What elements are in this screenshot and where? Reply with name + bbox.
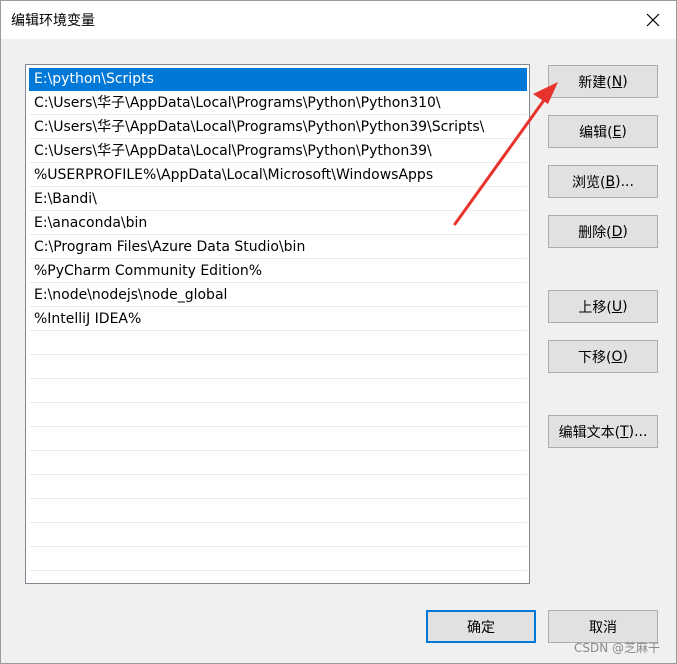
list-item[interactable] [29, 332, 527, 355]
list-item[interactable]: C:\Users\华子\AppData\Local\Programs\Pytho… [29, 116, 527, 139]
title-bar: 编辑环境变量 [1, 1, 676, 39]
move-down-button[interactable]: 下移(O) [548, 340, 658, 373]
list-item[interactable] [29, 452, 527, 475]
new-button-label: 新建( [578, 74, 612, 91]
close-icon [646, 13, 660, 27]
new-button-hotkey: N [611, 73, 623, 90]
list-item[interactable] [29, 476, 527, 499]
list-item[interactable]: %IntelliJ IDEA% [29, 308, 527, 331]
list-item[interactable]: E:\node\nodejs\node_global [29, 284, 527, 307]
edit-text-button[interactable]: 编辑文本(T)... [548, 415, 658, 448]
move-up-button-label: 上移( [578, 299, 612, 316]
edit-button[interactable]: 编辑(E) [548, 115, 658, 148]
edit-button-hotkey: E [612, 123, 622, 140]
list-item[interactable]: C:\Users\华子\AppData\Local\Programs\Pytho… [29, 140, 527, 163]
list-item[interactable]: E:\python\Scripts [29, 68, 527, 91]
move-down-button-suffix: ) [622, 348, 628, 365]
move-up-button-suffix: ) [622, 298, 628, 315]
move-down-button-label: 下移( [578, 349, 612, 366]
edit-env-var-dialog: 编辑环境变量 E:\python\Scripts C:\Users\华子\AppD… [0, 0, 677, 664]
list-item[interactable]: %USERPROFILE%\AppData\Local\Microsoft\Wi… [29, 164, 527, 187]
list-item[interactable] [29, 356, 527, 379]
list-item[interactable]: E:\anaconda\bin [29, 212, 527, 235]
browse-button-hotkey: B [605, 173, 616, 190]
list-item[interactable] [29, 428, 527, 451]
list-item[interactable] [29, 404, 527, 427]
new-button[interactable]: 新建(N) [548, 65, 658, 98]
path-list[interactable]: E:\python\Scripts C:\Users\华子\AppData\Loc… [25, 64, 530, 584]
delete-button[interactable]: 删除(D) [548, 215, 658, 248]
move-up-button-hotkey: U [611, 298, 623, 315]
delete-button-hotkey: D [611, 223, 623, 240]
edit-button-suffix: ) [621, 123, 627, 140]
edit-text-button-suffix: )... [628, 423, 648, 440]
list-item[interactable] [29, 548, 527, 571]
ok-button[interactable]: 确定 [426, 610, 536, 643]
edit-text-button-label: 编辑文本( [558, 424, 621, 441]
list-item[interactable]: E:\Bandi\ [29, 188, 527, 211]
close-button[interactable] [630, 1, 676, 39]
delete-button-suffix: ) [622, 223, 628, 240]
browse-button-label: 浏览( [572, 174, 606, 191]
list-item[interactable]: C:\Users\华子\AppData\Local\Programs\Pytho… [29, 92, 527, 115]
delete-button-label: 删除( [578, 224, 612, 241]
list-item[interactable] [29, 380, 527, 403]
list-item[interactable] [29, 524, 527, 547]
edit-text-button-hotkey: T [620, 423, 629, 440]
list-item[interactable] [29, 500, 527, 523]
list-item[interactable]: C:\Program Files\Azure Data Studio\bin [29, 236, 527, 259]
watermark: CSDN @芝麻干 [573, 641, 660, 655]
window-title: 编辑环境变量 [11, 13, 95, 29]
browse-button[interactable]: 浏览(B)... [548, 165, 658, 198]
browse-button-suffix: )... [615, 173, 634, 190]
move-down-button-hotkey: O [611, 348, 623, 365]
list-item[interactable]: %PyCharm Community Edition% [29, 260, 527, 283]
move-up-button[interactable]: 上移(U) [548, 290, 658, 323]
new-button-suffix: ) [622, 73, 628, 90]
edit-button-label: 编辑( [579, 124, 613, 141]
